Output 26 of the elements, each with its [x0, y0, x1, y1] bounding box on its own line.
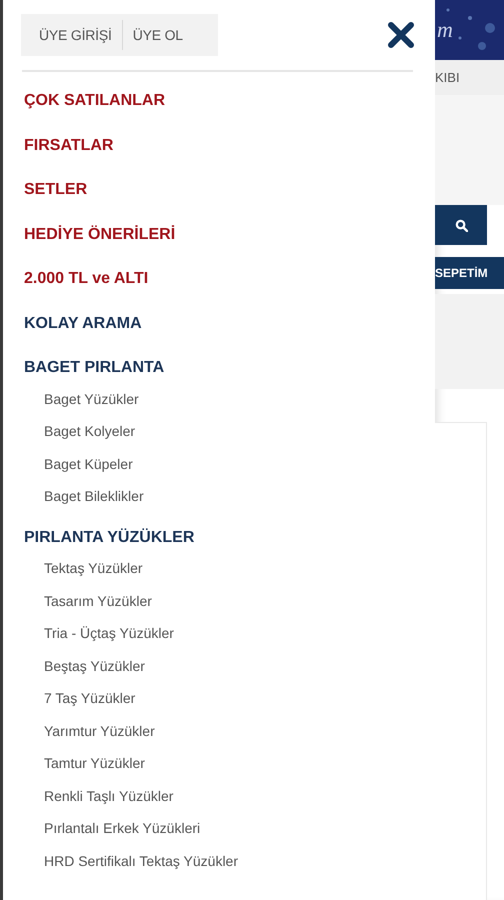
submenu-item[interactable]: Baget Bileklikler	[24, 483, 435, 516]
search-icon	[454, 218, 468, 232]
cart-button[interactable]: SEPETİM	[435, 257, 504, 289]
menu-item[interactable]: SETLER	[24, 168, 435, 212]
menu-item[interactable]: ÇOK SATILANLAR	[24, 79, 435, 124]
search-button[interactable]	[435, 205, 487, 245]
submenu-item[interactable]: Yarımtur Yüzükler	[24, 718, 435, 750]
menu-item[interactable]: KOLAY ARAMA	[24, 302, 435, 346]
auth-link[interactable]: ÜYE GİRİŞİ	[39, 27, 112, 43]
submenu-item[interactable]: 7 Taş Yüzükler	[24, 685, 435, 718]
menu-item[interactable]: HEDİYE ÖNERİLERİ	[24, 212, 435, 257]
submenu-item[interactable]: Tria - Üçtaş Yüzükler	[24, 620, 435, 652]
submenu-item[interactable]: Baget Küpeler	[24, 450, 435, 483]
menu-item[interactable]: 2.000 TL ve ALTI	[24, 257, 435, 302]
submenu-item[interactable]: Tamtur Yüzükler	[24, 750, 435, 782]
submenu-item[interactable]: Pırlantalı Erkek Yüzükleri	[24, 815, 435, 848]
submenu-item[interactable]: Baget Kolyeler	[24, 418, 435, 450]
submenu-item[interactable]: Tasarım Yüzükler	[24, 588, 435, 620]
submenu-item[interactable]: Beştaş Yüzükler	[24, 652, 435, 685]
menu-item[interactable]: FIRSATLAR	[24, 124, 435, 168]
nav-text: KIBI	[435, 70, 460, 85]
banner-text: m	[437, 17, 453, 43]
close-icon[interactable]	[387, 21, 415, 49]
submenu-item[interactable]: HRD Sertifikalı Tektaş Yüzükler	[24, 848, 435, 880]
auth-link[interactable]: ÜYE OL	[132, 27, 183, 43]
submenu-item[interactable]: Renkli Taşlı Yüzükler	[24, 782, 435, 815]
